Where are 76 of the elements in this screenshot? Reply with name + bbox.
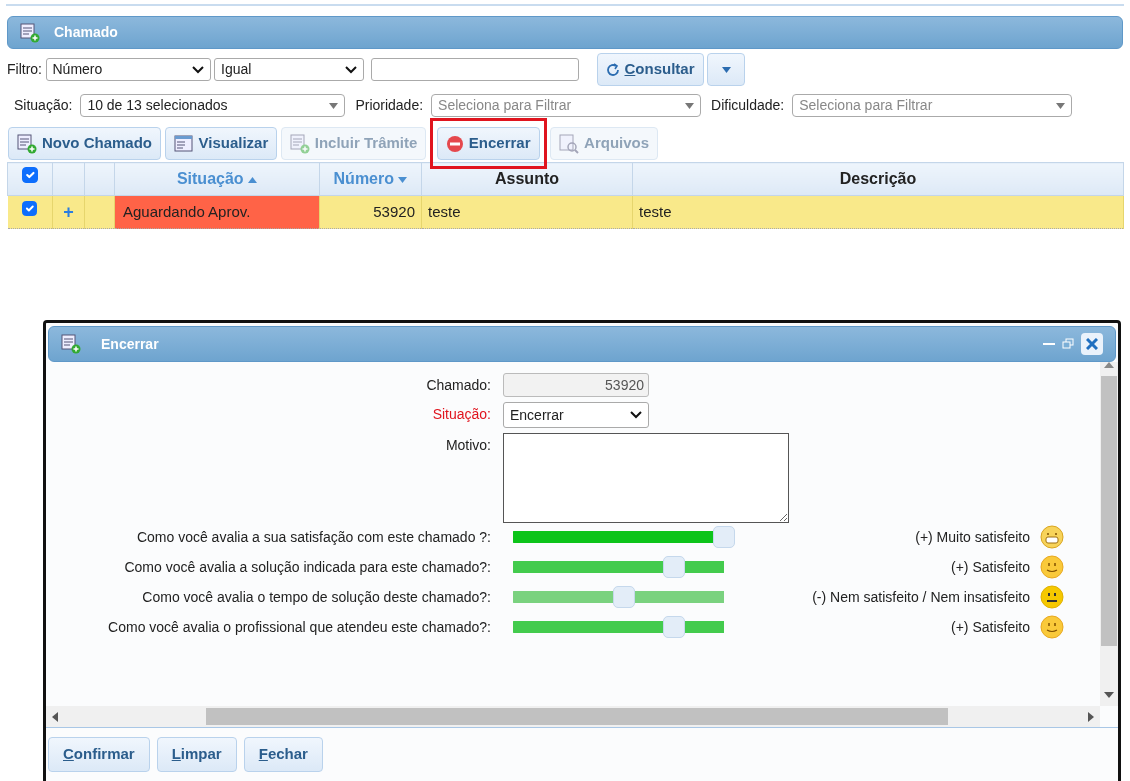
grinning-face-icon [1040,525,1064,549]
column-header[interactable]: Assunto [421,162,633,196]
window-icon [173,133,194,154]
close-button[interactable] [1081,333,1103,355]
scroll-right-icon [1088,711,1094,722]
rating-question: Como você avalia o profissional que atendeu este chamado?: [107,617,492,637]
table-cell: teste [421,195,633,229]
caret-icon [721,66,731,73]
select-field[interactable]: Número [45,58,211,81]
refresh-icon [605,62,620,77]
caret-icon [685,102,695,109]
minimize-icon [1043,343,1055,345]
multi-select-field[interactable]: Seleciona para Filtrar [431,94,702,117]
rating-answer: (+) Muito satisfeito [914,527,1031,547]
select-field[interactable]: Igual [214,58,364,81]
document-search-icon [559,133,580,154]
toolbar-button[interactable]: Encerrar [436,127,540,160]
rating-answer: (+) Satisfeito [950,557,1031,577]
slider-thumb[interactable] [713,526,735,548]
caret-icon [630,411,642,419]
field-label: Chamado: [425,376,492,395]
rating-question: Como você avalia a sua satisfação com este chamado ?: [135,527,492,547]
horizontal-scrollbar[interactable] [46,706,1100,727]
field-label: Situação: [431,405,492,424]
smiling-face-icon [1040,615,1064,639]
neutral-face-icon [1040,585,1064,609]
scroll-left-icon [52,711,58,722]
status-cell: Aguardando Aprov. [114,195,320,229]
rating-answer: (+) Satisfeito [950,617,1031,637]
dialog-button[interactable]: Fechar [243,737,323,772]
scrollbar-thumb[interactable] [206,708,948,725]
slider-thumb[interactable] [663,556,685,578]
filter-label: Situação: [14,96,73,115]
search-button[interactable]: Consultar [596,53,704,86]
rating-question: Como você avalia a solução indicada para este chamado?: [123,557,492,577]
caret-icon [345,65,357,74]
form-icon [61,334,81,354]
slider-thumb[interactable] [613,586,635,608]
multi-select-field[interactable]: 10 de 13 selecionados [80,94,346,117]
panel-title: Chamado [54,23,118,42]
checkbox[interactable] [22,167,38,183]
caret-icon [191,65,204,74]
slider-track[interactable] [513,526,735,548]
close-icon [1086,338,1098,350]
dialog-title: Encerrar [101,334,160,354]
minus-circle-icon [445,134,464,153]
vertical-scrollbar[interactable] [1100,362,1118,706]
smiling-face-icon [1040,555,1064,579]
text-area[interactable] [503,433,789,523]
dropdown-button[interactable] [707,53,746,86]
scroll-down-icon [1104,692,1114,698]
multi-select-field[interactable]: Seleciona para Filtrar [792,94,1073,117]
dialog-button[interactable]: Confirmar [48,737,150,772]
caret-icon [329,102,339,109]
field-label: Motivo: [444,436,492,455]
rating-answer: (-) Nem satisfeito / Nem insatisfeito [811,587,1031,607]
filter-label: Prioridade: [355,96,424,115]
filter-label: Filtro: [7,60,42,79]
caret-icon [1056,102,1066,109]
form-icon [17,133,37,154]
scrollbar-thumb[interactable] [1101,376,1117,646]
restore-icon [1062,338,1074,350]
slider-thumb[interactable] [663,616,685,638]
table-cell: 53920 [319,195,422,229]
rating-question: Como você avalia o tempo de solução deste chamado?: [141,587,492,607]
dialog-button[interactable]: Limpar [156,737,237,772]
form-icon [20,22,40,43]
select-field[interactable]: Encerrar [503,402,649,428]
form-icon [289,133,310,154]
column-header[interactable]: Descrição [632,162,1124,196]
filter-label: Dificuldade: [711,96,785,115]
toolbar-button[interactable]: Novo Chamado [8,127,161,160]
toolbar-button[interactable]: Visualizar [164,127,278,160]
table-cell: teste [632,195,1124,229]
text-field[interactable] [371,58,579,81]
checkbox[interactable] [22,200,38,216]
